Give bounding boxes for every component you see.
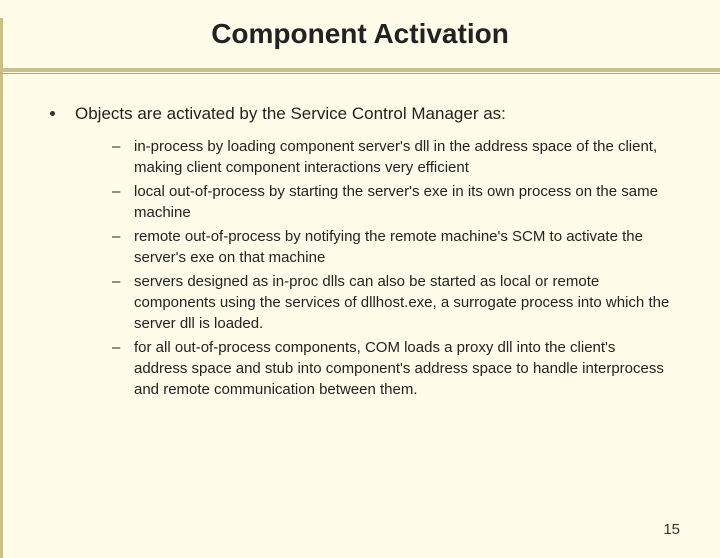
main-bullet-item: Objects are activated by the Service Con… xyxy=(50,102,670,126)
bullet-icon xyxy=(50,111,55,116)
dash-icon: – xyxy=(112,226,124,247)
left-accent-stripe xyxy=(0,18,3,558)
main-bullet-text: Objects are activated by the Service Con… xyxy=(75,102,506,126)
sub-bullet-item: – remote out-of-process by notifying the… xyxy=(112,226,670,268)
sub-bullet-item: – local out-of-process by starting the s… xyxy=(112,181,670,223)
sub-bullet-text: servers designed as in-proc dlls can als… xyxy=(134,271,670,334)
slide-title: Component Activation xyxy=(0,18,720,50)
sub-bullet-text: remote out-of-process by notifying the r… xyxy=(134,226,670,268)
sub-bullet-item: – for all out-of-process components, COM… xyxy=(112,337,670,400)
dash-icon: – xyxy=(112,181,124,202)
sub-bullet-item: – servers designed as in-proc dlls can a… xyxy=(112,271,670,334)
page-number: 15 xyxy=(663,521,680,538)
sub-bullet-text: for all out-of-process components, COM l… xyxy=(134,337,670,400)
sub-bullet-text: local out-of-process by starting the ser… xyxy=(134,181,670,223)
sub-bullet-list: – in-process by loading component server… xyxy=(112,136,670,400)
sub-bullet-text: in-process by loading component server's… xyxy=(134,136,670,178)
slide-content: Objects are activated by the Service Con… xyxy=(0,72,720,400)
divider-line xyxy=(0,68,720,72)
dash-icon: – xyxy=(112,337,124,358)
sub-bullet-item: – in-process by loading component server… xyxy=(112,136,670,178)
dash-icon: – xyxy=(112,271,124,292)
dash-icon: – xyxy=(112,136,124,157)
